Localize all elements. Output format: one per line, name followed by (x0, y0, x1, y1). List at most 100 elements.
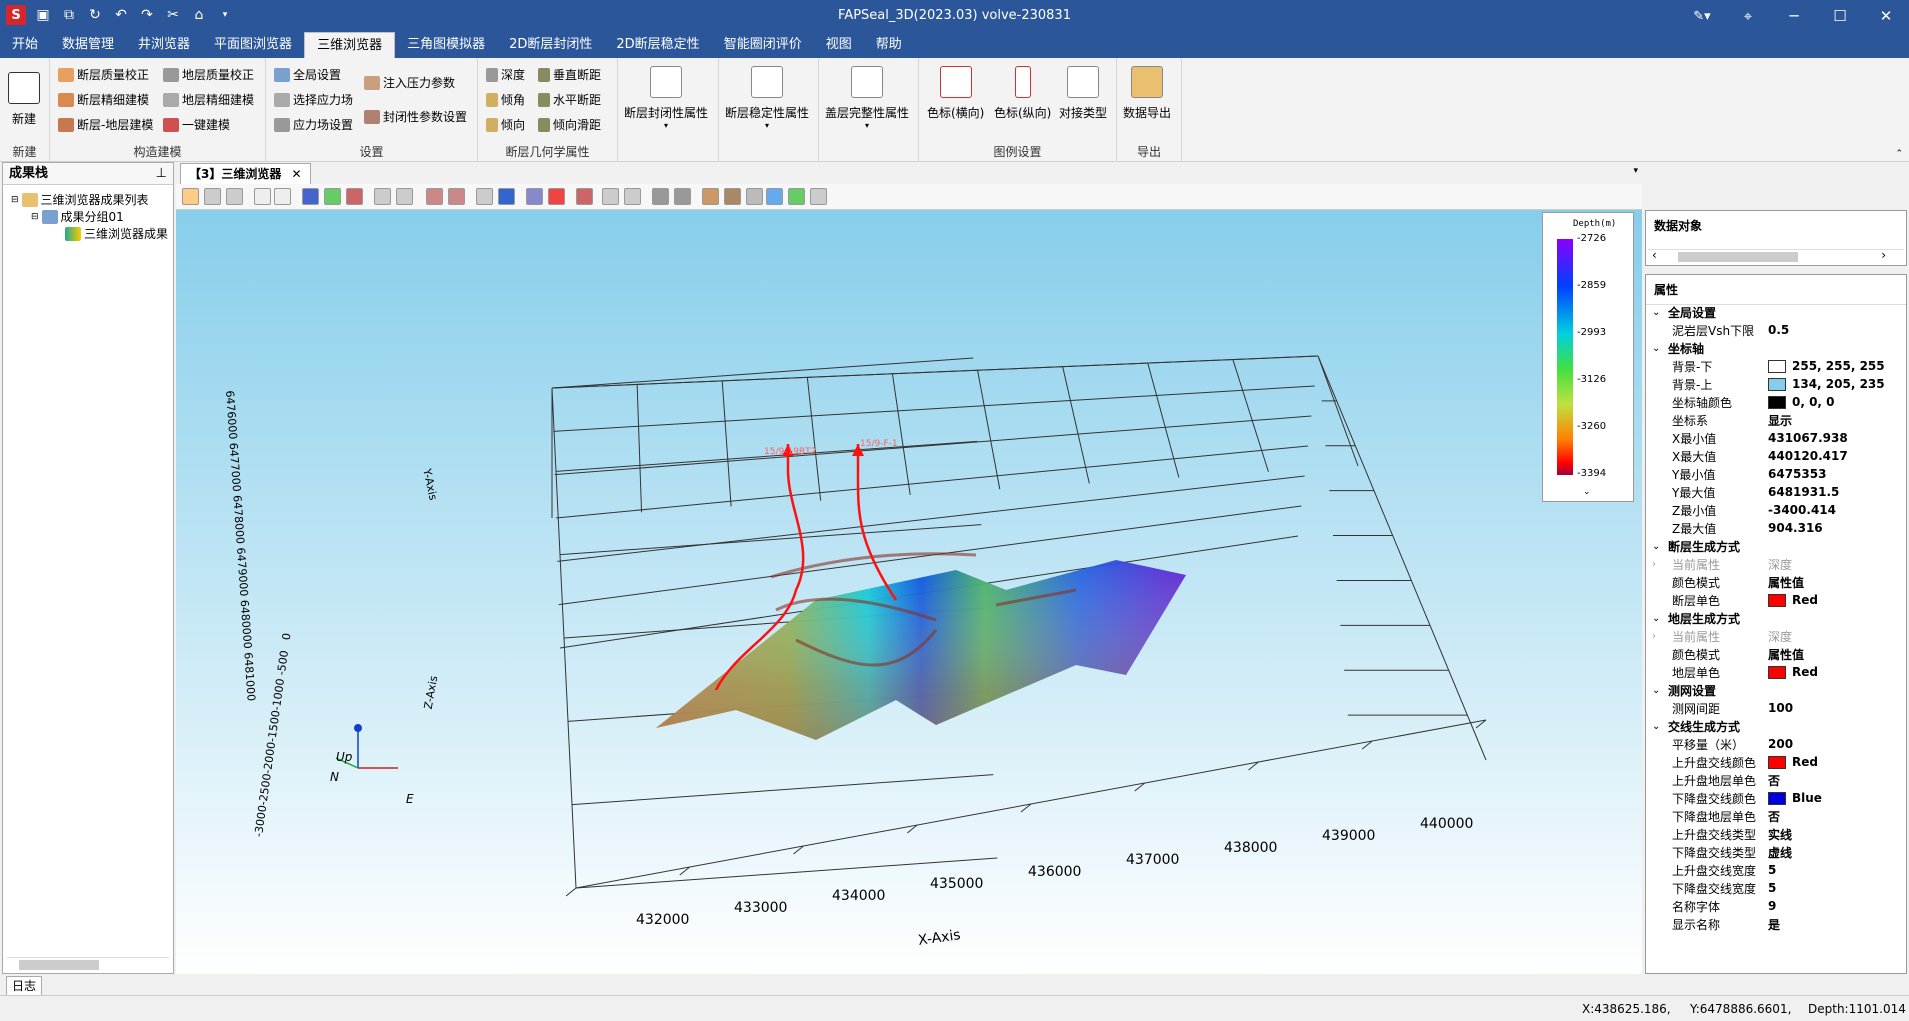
property-category[interactable]: ⌄ 坐标轴 (1646, 339, 1906, 357)
view-tool-icon-26[interactable] (810, 188, 827, 205)
tree-node-root[interactable]: ⊟ 三维浏览器成果列表 (11, 191, 149, 208)
menu-tab-3[interactable]: 平面图浏览器 (202, 32, 304, 58)
collapse-ribbon-icon[interactable]: ⌃ (1895, 149, 1903, 159)
menu-tab-0[interactable]: 开始 (0, 32, 50, 58)
property-row[interactable]: Z最小值 -3400.414 (1646, 501, 1906, 519)
view-tool-icon-16[interactable] (576, 188, 593, 205)
color-swatch[interactable] (1768, 791, 1786, 805)
property-row[interactable]: X最大值 440120.417 (1646, 447, 1906, 465)
view-tool-icon-15[interactable] (548, 188, 565, 205)
property-category[interactable]: ⌄ 全局设置 (1646, 303, 1906, 321)
property-row[interactable]: 背景-上 134, 205, 235 (1646, 375, 1906, 393)
depth-button[interactable]: 深度 (486, 66, 525, 83)
injection-pressure-button[interactable]: 注入压力参数 (364, 74, 455, 91)
dip-button[interactable]: 倾角 (486, 91, 525, 108)
property-row[interactable]: 显示名称 是 (1646, 915, 1906, 933)
colorbar-vertical-button[interactable]: 色标(纵向) (994, 66, 1051, 121)
view-tool-icon-9[interactable] (396, 188, 413, 205)
vertical-throw-button[interactable]: 垂直断距 (538, 66, 601, 83)
property-row[interactable]: 下降盘交线颜色 Blue (1646, 789, 1906, 807)
left-hscrollbar[interactable] (7, 957, 169, 971)
theme-icon[interactable]: ✎▾ (1679, 0, 1725, 32)
view-tool-icon-20[interactable] (674, 188, 691, 205)
fault-seal-attr-button[interactable]: 断层封闭性属性 ▾ (624, 66, 708, 130)
tab-3d-browser[interactable]: 【3】三维浏览器 ✕ (180, 163, 311, 184)
fault-stability-attr-button[interactable]: 断层稳定性属性 ▾ (725, 66, 809, 130)
property-row[interactable]: 上升盘交线宽度 5 (1646, 861, 1906, 879)
view-tool-icon-22[interactable] (724, 188, 741, 205)
property-row[interactable]: 上升盘交线类型 实线 (1646, 825, 1906, 843)
close-button[interactable]: ✕ (1863, 0, 1909, 32)
view-tool-icon-19[interactable] (652, 188, 669, 205)
collapse-icon[interactable]: ⌄ (1652, 613, 1660, 624)
fault-qc-button[interactable]: 断层质量校正 (58, 66, 149, 83)
minimize-button[interactable]: ─ (1771, 0, 1817, 32)
data-export-button[interactable]: 数据导出 (1123, 66, 1171, 121)
seal-params-button[interactable]: 封闭性参数设置 (364, 108, 467, 125)
menu-tab-1[interactable]: 数据管理 (50, 32, 126, 58)
property-row[interactable]: 名称字体 9 (1646, 897, 1906, 915)
juxtaposition-type-button[interactable]: 对接类型 (1059, 66, 1107, 121)
property-row[interactable]: Y最大值 6481931.5 (1646, 483, 1906, 501)
property-row[interactable]: 泥岩层Vsh下限 0.5 (1646, 321, 1906, 339)
menu-tab-9[interactable]: 视图 (814, 32, 864, 58)
property-row[interactable]: Z最大值 904.316 (1646, 519, 1906, 537)
colorbar-horizontal-button[interactable]: 色标(横向) (927, 66, 984, 121)
pin-icon[interactable]: ⊥ (156, 163, 167, 185)
view-tool-icon-24[interactable] (766, 188, 783, 205)
collapse-icon[interactable]: ⌄ (1652, 685, 1660, 696)
menu-tab-5[interactable]: 三角图模拟器 (395, 32, 497, 58)
menu-tab-10[interactable]: 帮助 (864, 32, 914, 58)
property-row[interactable]: 坐标轴颜色 0, 0, 0 (1646, 393, 1906, 411)
global-settings-button[interactable]: 全局设置 (274, 66, 341, 83)
property-row[interactable]: Y最小值 6475353 (1646, 465, 1906, 483)
one-click-model-button[interactable]: 一键建模 (163, 116, 230, 133)
menu-tab-6[interactable]: 2D断层封闭性 (497, 32, 604, 58)
menu-tab-7[interactable]: 2D断层稳定性 (604, 32, 711, 58)
view-tool-icon-5[interactable] (302, 188, 319, 205)
property-row[interactable]: 上升盘交线颜色 Red (1646, 753, 1906, 771)
view-tool-icon-8[interactable] (374, 188, 391, 205)
property-row[interactable]: › 当前属性 深度 (1646, 555, 1906, 573)
fault-strata-model-button[interactable]: 断层-地层建模 (58, 116, 153, 133)
property-row[interactable]: 坐标系 显示 (1646, 411, 1906, 429)
strata-qc-button[interactable]: 地层质量校正 (163, 66, 254, 83)
dip-slip-button[interactable]: 倾向滑距 (538, 116, 601, 133)
3d-viewport[interactable]: 432000 433000 434000 435000 436000 437000 4380… (176, 210, 1642, 974)
view-tool-icon-0[interactable] (182, 188, 199, 205)
tab-log[interactable]: 日志 (6, 976, 42, 996)
data-objects-hscrollbar[interactable]: ‹ › (1648, 248, 1904, 263)
property-row[interactable]: 背景-下 255, 255, 255 (1646, 357, 1906, 375)
view-tool-icon-11[interactable] (448, 188, 465, 205)
view-tool-icon-14[interactable] (526, 188, 543, 205)
collapse-icon[interactable]: ⌄ (1652, 541, 1660, 552)
color-swatch[interactable] (1768, 359, 1786, 373)
property-row[interactable]: 颜色模式 属性值 (1646, 573, 1906, 591)
color-swatch[interactable] (1768, 593, 1786, 607)
property-category[interactable]: ⌄ 地层生成方式 (1646, 609, 1906, 627)
property-category[interactable]: ⌄ 测网设置 (1646, 681, 1906, 699)
view-tool-icon-6[interactable] (324, 188, 341, 205)
property-row[interactable]: 下降盘地层单色否 (1646, 807, 1906, 825)
property-row[interactable]: 平移量（米） 200 (1646, 735, 1906, 753)
property-row[interactable]: 颜色模式 属性值 (1646, 645, 1906, 663)
stress-settings-button[interactable]: 应力场设置 (274, 116, 353, 133)
property-row[interactable]: 上升盘地层单色否 (1646, 771, 1906, 789)
view-tool-icon-4[interactable] (274, 188, 291, 205)
view-tool-icon-10[interactable] (426, 188, 443, 205)
fault-fine-model-button[interactable]: 断层精细建模 (58, 91, 149, 108)
expand-icon[interactable]: › (1652, 559, 1656, 570)
property-row[interactable]: 下降盘交线宽度 5 (1646, 879, 1906, 897)
property-row[interactable]: 测网间距 100 (1646, 699, 1906, 717)
maximize-button[interactable]: ☐ (1817, 0, 1863, 32)
property-row[interactable]: 下降盘交线类型 虚线 (1646, 843, 1906, 861)
strata-fine-model-button[interactable]: 地层精细建模 (163, 91, 254, 108)
legend-expand-icon[interactable]: ⌄ (1583, 487, 1591, 497)
view-tool-icon-2[interactable] (226, 188, 243, 205)
color-swatch[interactable] (1768, 395, 1786, 409)
collapse-icon[interactable]: ⌄ (1652, 343, 1660, 354)
view-tool-icon-13[interactable] (498, 188, 515, 205)
property-row[interactable]: 断层单色 Red (1646, 591, 1906, 609)
property-row[interactable]: 地层单色 Red (1646, 663, 1906, 681)
view-tool-icon-25[interactable] (788, 188, 805, 205)
